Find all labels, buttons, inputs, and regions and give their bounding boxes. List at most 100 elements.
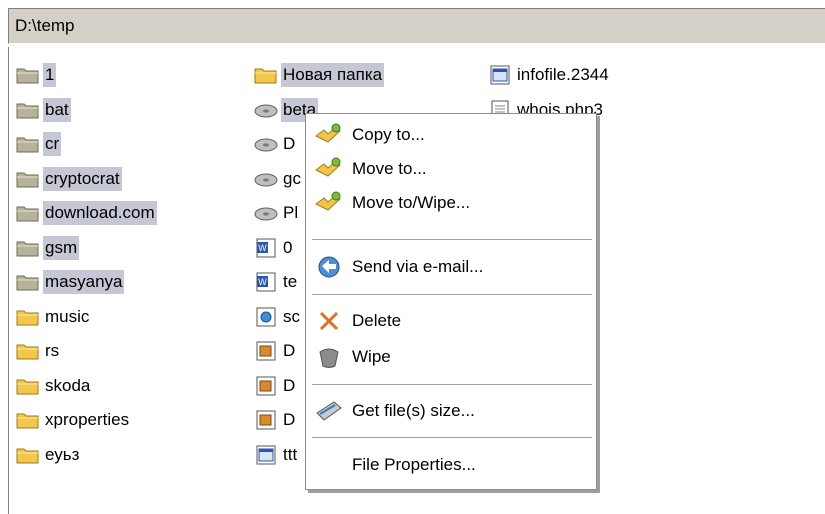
menu-item-file-properties[interactable]: File Properties... (310, 448, 594, 482)
list-item[interactable]: D (253, 337, 297, 365)
menu-item-send-email[interactable]: Send via e-mail... (310, 250, 594, 284)
list-item-label: D (283, 134, 296, 153)
list-item-label: cryptocrat (43, 167, 122, 191)
web-file-icon (253, 306, 279, 328)
generic-file-icon (487, 64, 513, 86)
move-wipe-icon (314, 190, 344, 216)
archive-file-icon (253, 340, 279, 362)
word-document-icon: W (253, 237, 279, 259)
list-item[interactable]: D (253, 130, 297, 158)
path-text: D:\temp (15, 16, 75, 35)
menu-label-copy-to: Copy to... (352, 125, 425, 144)
list-item-label: te (283, 272, 298, 291)
list-item-label: 0 (283, 238, 293, 257)
folder-closed-icon (15, 271, 41, 293)
list-item-label: D (283, 376, 296, 395)
menu-separator (312, 239, 592, 241)
menu-item-delete[interactable]: Delete (310, 304, 594, 338)
list-item[interactable]: rs (15, 337, 61, 365)
list-item[interactable]: 1 (15, 61, 57, 89)
list-item-label: gsm (43, 236, 80, 260)
folder-icon (15, 340, 41, 362)
list-item[interactable]: D (253, 372, 297, 400)
list-item[interactable]: infofile.2344 (487, 61, 611, 89)
disk-image-icon (253, 99, 279, 121)
list-item-label: masyanya (43, 270, 125, 294)
move-to-icon (314, 156, 344, 182)
context-menu: Copy to... Move to... Move to/Wipe... Se… (305, 113, 597, 490)
list-item[interactable]: download.com (15, 199, 157, 227)
folder-icon (15, 375, 41, 397)
copy-to-icon (314, 122, 344, 148)
list-item[interactable]: bat (15, 96, 71, 124)
list-item[interactable]: Новая папка (253, 61, 385, 89)
list-item[interactable]: music (15, 303, 91, 331)
menu-item-move-to[interactable]: Move to... (310, 152, 594, 186)
file-size-icon (314, 398, 344, 424)
menu-separator (312, 437, 592, 439)
generic-file-icon (253, 444, 279, 466)
word-document-icon: W (253, 271, 279, 293)
delete-x-icon (314, 308, 344, 334)
folder-closed-icon (15, 202, 41, 224)
list-item-label: D (283, 410, 296, 429)
list-item[interactable]: Pl (253, 199, 300, 227)
svg-text:W: W (258, 243, 267, 253)
send-email-icon (314, 254, 344, 280)
list-item-label: gc (283, 169, 301, 188)
list-item-label: infofile.2344 (517, 65, 609, 84)
list-item-label: Новая папка (281, 63, 385, 87)
list-item[interactable]: gc (253, 165, 303, 193)
list-item-label: download.com (43, 201, 157, 225)
list-item-label: sc (283, 307, 300, 326)
list-item-label: bat (43, 98, 71, 122)
list-item[interactable]: xproperties (15, 406, 131, 434)
list-item[interactable]: ttt (253, 441, 299, 469)
list-item[interactable]: Wte (253, 268, 299, 296)
list-item[interactable]: D (253, 406, 297, 434)
list-item[interactable]: еуьз (15, 441, 81, 469)
list-item-label: еуьз (45, 445, 80, 464)
menu-item-move-wipe[interactable]: Move to/Wipe... (310, 186, 594, 220)
folder-icon (15, 444, 41, 466)
folder-closed-icon (15, 237, 41, 259)
folder-icon (15, 306, 41, 328)
disk-image-icon (253, 202, 279, 224)
menu-item-get-size[interactable]: Get file(s) size... (310, 394, 594, 428)
menu-separator (312, 294, 592, 296)
menu-label-move-wipe: Move to/Wipe... (352, 193, 471, 212)
disk-image-icon (253, 168, 279, 190)
list-item[interactable]: sc (253, 303, 302, 331)
menu-label-wipe: Wipe (352, 347, 391, 366)
folder-closed-icon (15, 133, 41, 155)
menu-label-get-size: Get file(s) size... (352, 401, 475, 420)
list-item[interactable]: W0 (253, 234, 294, 262)
menu-item-wipe[interactable]: Wipe (310, 340, 594, 374)
list-item-label: xproperties (45, 410, 130, 429)
list-item-label: 1 (43, 63, 57, 87)
menu-label-delete: Delete (352, 311, 402, 330)
list-item-label: rs (45, 341, 60, 360)
menu-label-send-email: Send via e-mail... (352, 257, 484, 276)
list-item[interactable]: masyanya (15, 268, 125, 296)
folder-icon (253, 64, 279, 86)
list-item[interactable]: cr (15, 130, 62, 158)
archive-file-icon (253, 375, 279, 397)
list-item-label: music (45, 307, 90, 326)
path-bar[interactable]: D:\temp (8, 8, 825, 44)
wipe-icon (314, 344, 344, 370)
folder-closed-icon (15, 64, 41, 86)
list-item[interactable]: cryptocrat (15, 165, 122, 193)
menu-separator (312, 384, 592, 386)
folder-closed-icon (15, 168, 41, 190)
list-item-label: skoda (45, 376, 91, 395)
menu-item-copy-to[interactable]: Copy to... (310, 118, 594, 152)
list-item[interactable]: gsm (15, 234, 80, 262)
list-item-label: Pl (283, 203, 299, 222)
list-item[interactable]: skoda (15, 372, 92, 400)
disk-image-icon (253, 133, 279, 155)
archive-file-icon (253, 409, 279, 431)
list-item-label: ttt (283, 445, 298, 464)
list-item-label: cr (43, 132, 62, 156)
folder-icon (15, 409, 41, 431)
